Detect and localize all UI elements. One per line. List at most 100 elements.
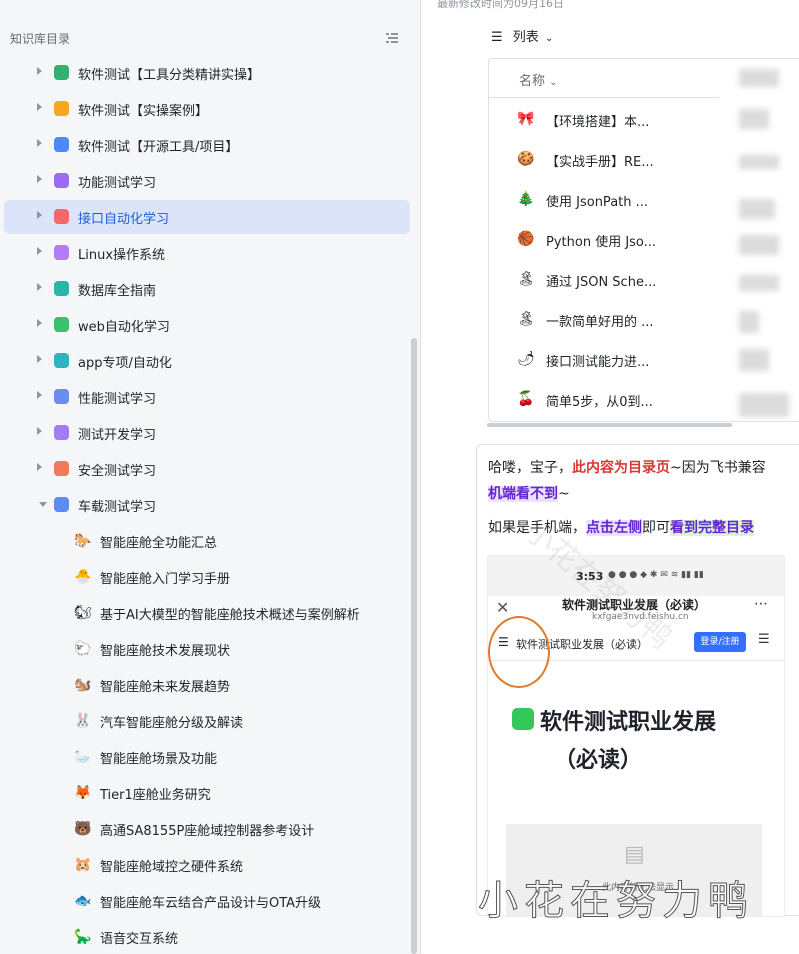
folder-icon xyxy=(54,245,69,260)
blurred-column xyxy=(739,275,779,291)
outline-toggle-icon[interactable] xyxy=(384,30,400,46)
sidebar-child-item[interactable]: 🐰 汽车智能座舱分级及解读 xyxy=(4,704,410,738)
sidebar-item[interactable]: 车载测试学习 xyxy=(4,488,410,522)
caret-right-icon[interactable] xyxy=(37,103,42,111)
folder-icon xyxy=(54,173,69,188)
caret-right-icon[interactable] xyxy=(37,139,42,147)
row-emoji-icon: 🍒 xyxy=(517,391,535,407)
caret-right-icon[interactable] xyxy=(37,463,42,471)
callout-block: 哈喽，宝子，此内容为目录页~因为飞书兼容 机端看不到~ 如果是手机端，点击左侧即… xyxy=(476,444,799,917)
sidebar-item-label: web自动化学习 xyxy=(78,320,170,335)
caret-right-icon[interactable] xyxy=(37,319,42,327)
folder-icon xyxy=(54,209,69,224)
caret-right-icon[interactable] xyxy=(37,391,42,399)
caret-right-icon[interactable] xyxy=(37,355,42,363)
sidebar-child-item[interactable]: 🐟 智能座舱车云结合产品设计与OTA升级 xyxy=(4,884,410,918)
sidebar-child-label: 智能座舱入门学习手册 xyxy=(100,572,231,587)
sidebar-child-item[interactable]: 🐿 基于AI大模型的智能座舱技术概述与案例解析 xyxy=(4,596,410,630)
warning-doc-icon: ▤ xyxy=(624,842,645,867)
row-title: 【实战手册】RE... xyxy=(546,155,654,170)
sidebar-child-item[interactable]: 🐻 高通SA8155P座舱域控制器参考设计 xyxy=(4,812,410,846)
subpage-list: 名称 ⌄ 🎀 【环境搭建】本... 🍪 【实战手册】RE... 🎄 使用 JsonPath… xyxy=(488,58,799,422)
sidebar-child-label: 高通SA8155P座舱域控制器参考设计 xyxy=(100,824,315,839)
last-modified-text: 最新修改时间为09月16日 xyxy=(437,0,564,10)
page-emoji-icon: 🐻 xyxy=(74,821,92,837)
sidebar-item[interactable]: 软件测试【实操案例】 xyxy=(4,92,410,126)
page-emoji-icon: 🐎 xyxy=(74,533,92,549)
page-emoji-icon: 🦊 xyxy=(74,785,92,801)
page-emoji-icon: 🐿️ xyxy=(74,677,92,693)
sidebar-child-label: 智能座舱域控之硬件系统 xyxy=(100,860,244,875)
sort-chevron-icon: ⌄ xyxy=(549,77,558,88)
row-emoji-icon: 🏀 xyxy=(517,231,535,247)
sidebar-item[interactable]: 软件测试【工具分类精讲实操】 xyxy=(4,56,410,90)
sidebar-child-label: 智能座舱车云结合产品设计与OTA升级 xyxy=(100,896,322,911)
knowledge-base-sidebar: 知识库目录 软件测试【工具分类精讲实操】软件测试【实操案例】软件测试【开源工具/… xyxy=(0,0,420,954)
blurred-column xyxy=(739,199,775,219)
sidebar-child-item[interactable]: 🐎 智能座舱全功能汇总 xyxy=(4,524,410,558)
sidebar-child-item[interactable]: 🐿️ 智能座舱未来发展趋势 xyxy=(4,668,410,702)
sidebar-item[interactable]: 测试开发学习 xyxy=(4,416,410,450)
blurred-column xyxy=(739,393,789,417)
callout-line-2: 机端看不到~ xyxy=(488,486,570,502)
caret-right-icon[interactable] xyxy=(37,175,42,183)
blurred-column xyxy=(739,235,779,255)
sidebar-header: 知识库目录 xyxy=(10,32,71,46)
more-icon: ⋯ xyxy=(754,596,768,612)
view-mode-label: 列表 xyxy=(512,30,539,45)
blurred-column xyxy=(739,349,769,371)
blurred-column xyxy=(739,155,779,169)
sidebar-child-label: 智能座舱未来发展趋势 xyxy=(100,680,231,695)
sidebar-child-item[interactable]: 🦊 Tier1座舱业务研究 xyxy=(4,776,410,810)
row-emoji-icon: 🍪 xyxy=(517,151,535,167)
sidebar-scrollbar[interactable] xyxy=(411,338,417,954)
callout-line-1: 哈喽，宝子，此内容为目录页~因为飞书兼容 xyxy=(488,460,766,476)
page-emoji-icon: 🐰 xyxy=(74,713,92,729)
list-horizontal-scrollbar[interactable] xyxy=(487,423,732,427)
caret-down-icon[interactable] xyxy=(39,502,47,507)
sidebar-child-item[interactable]: 🐹 智能座舱域控之硬件系统 xyxy=(4,848,410,882)
sidebar-item-label: 测试开发学习 xyxy=(78,428,157,443)
view-mode-dropdown[interactable]: ☰ 列表 ⌄ xyxy=(491,26,553,45)
row-emoji-icon: 🌶 xyxy=(517,351,535,367)
row-title: Python 使用 Jso... xyxy=(546,235,657,250)
sidebar-item[interactable]: 数据库全指南 xyxy=(4,272,410,306)
name-column-header[interactable]: 名称 ⌄ xyxy=(519,70,558,89)
sidebar-item-label: app专项/自动化 xyxy=(78,356,172,371)
sidebar-child-label: 语音交互系统 xyxy=(100,932,179,947)
sidebar-item[interactable]: 功能测试学习 xyxy=(4,164,410,198)
sidebar-item-label: 车载测试学习 xyxy=(78,500,157,515)
sidebar-item-label: 软件测试【开源工具/项目】 xyxy=(78,140,239,155)
folder-icon xyxy=(54,65,69,80)
sidebar-item-label: 数据库全指南 xyxy=(78,284,157,299)
page-emoji-icon: 🦢 xyxy=(74,749,92,765)
sidebar-item[interactable]: 软件测试【开源工具/项目】 xyxy=(4,128,410,162)
page-emoji-icon: 🐿 xyxy=(74,605,92,621)
close-icon: ✕ xyxy=(496,598,510,617)
sidebar-item[interactable]: 性能测试学习 xyxy=(4,380,410,414)
sidebar-child-item[interactable]: 🐑 智能座舱技术发展现状 xyxy=(4,632,410,666)
list-header[interactable]: 名称 ⌄ xyxy=(489,59,719,98)
sidebar-item-label: 软件测试【工具分类精讲实操】 xyxy=(78,68,261,83)
sidebar-item[interactable]: app专项/自动化 xyxy=(4,344,410,378)
caret-right-icon[interactable] xyxy=(37,211,42,219)
caret-right-icon[interactable] xyxy=(37,67,42,75)
sidebar-item[interactable]: 接口自动化学习 xyxy=(4,200,410,234)
blurred-column xyxy=(739,109,769,129)
folder-icon xyxy=(54,425,69,440)
caret-right-icon[interactable] xyxy=(37,427,42,435)
sidebar-item[interactable]: Linux操作系统 xyxy=(4,236,410,270)
caret-right-icon[interactable] xyxy=(37,283,42,291)
row-title: 接口测试能力进... xyxy=(546,355,650,370)
row-title: 通过 JSON Sche... xyxy=(546,275,657,290)
caret-right-icon[interactable] xyxy=(37,247,42,255)
row-emoji-icon: 🏝 xyxy=(517,311,535,327)
sidebar-child-item[interactable]: 🦕 语音交互系统 xyxy=(4,920,410,954)
sidebar-item-label: 安全测试学习 xyxy=(78,464,157,479)
sidebar-item[interactable]: web自动化学习 xyxy=(4,308,410,342)
sidebar-child-item[interactable]: 🦢 智能座舱场景及功能 xyxy=(4,740,410,774)
sidebar-item-label: Linux操作系统 xyxy=(78,248,166,263)
sidebar-child-item[interactable]: 🐣 智能座舱入门学习手册 xyxy=(4,560,410,594)
row-emoji-icon: 🎀 xyxy=(517,111,535,127)
sidebar-item[interactable]: 安全测试学习 xyxy=(4,452,410,486)
